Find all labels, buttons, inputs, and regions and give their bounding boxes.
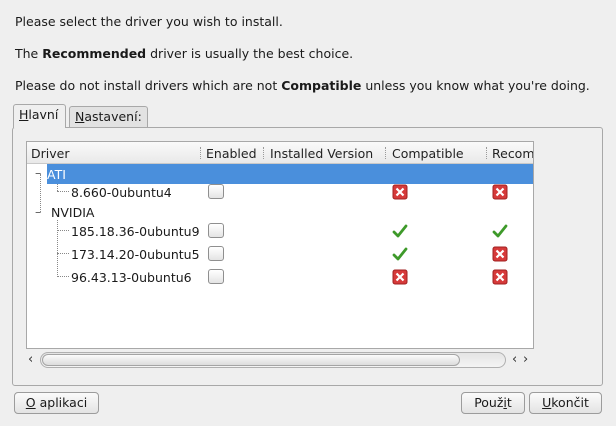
button-label: aplikaci <box>35 395 88 410</box>
scrollbar-thumb[interactable] <box>42 354 460 366</box>
tree-row-driver[interactable]: 185.18.36-0ubuntu9 <box>27 221 533 241</box>
column-header-enabled[interactable]: Enabled <box>206 146 257 161</box>
driver-version: 8.660-0ubuntu4 <box>71 185 172 200</box>
button-mnemonic: U <box>542 395 552 410</box>
tab-hlavni[interactable]: Hlavní <box>13 104 66 128</box>
column-header-driver[interactable]: Driver <box>31 146 69 161</box>
tree-row-group-ati[interactable]: ATI <box>47 164 533 184</box>
enabled-checkbox[interactable] <box>208 269 224 284</box>
cross-icon <box>392 269 408 285</box>
check-icon <box>392 223 408 239</box>
enabled-checkbox[interactable] <box>208 223 224 238</box>
tree-row-group-nvidia[interactable]: NVIDIA <box>47 202 533 222</box>
scroll-left-icon[interactable]: ‹ <box>512 352 517 367</box>
cross-icon <box>392 184 408 200</box>
button-label: končit <box>551 395 589 410</box>
instruction-text: Please select the driver you wish to ins… <box>15 14 283 29</box>
quit-button[interactable]: Ukončit <box>529 392 602 414</box>
collapse-icon[interactable]: – <box>35 165 41 180</box>
tab-label: astavení: <box>84 109 142 124</box>
column-header-recommended[interactable]: Recom <box>492 146 533 161</box>
tab-mnemonic: N <box>75 109 85 124</box>
compatible-warning: Please do not install drivers which are … <box>15 78 590 93</box>
use-button[interactable]: Použit <box>461 392 525 414</box>
check-icon <box>392 246 408 262</box>
warning-text: Please do not install drivers which are … <box>15 78 282 93</box>
cross-icon <box>492 269 508 285</box>
hint-text: The <box>15 46 43 61</box>
group-label: NVIDIA <box>51 205 95 220</box>
column-header-installed-version[interactable]: Installed Version <box>270 146 373 161</box>
collapse-icon[interactable]: – <box>35 204 41 219</box>
tree-header: Driver Enabled Installed Version Compati… <box>27 142 533 164</box>
recommended-hint: The Recommended driver is usually the be… <box>15 46 353 61</box>
button-label: Použ <box>474 395 504 410</box>
column-header-compatible[interactable]: Compatible <box>392 146 464 161</box>
driver-version: 96.43.13-0ubuntu6 <box>71 270 192 285</box>
cross-icon <box>492 184 508 200</box>
hint-text: driver is usually the best choice. <box>146 46 354 61</box>
group-label: ATI <box>47 167 66 182</box>
enabled-checkbox[interactable] <box>208 184 224 199</box>
tab-mnemonic: H <box>19 107 29 122</box>
driver-tree[interactable]: Driver Enabled Installed Version Compati… <box>26 141 534 349</box>
button-label: t <box>506 395 512 410</box>
tab-label: lavní <box>28 107 59 122</box>
scroll-left-icon[interactable]: ‹ <box>28 352 33 367</box>
tree-row-driver[interactable]: 96.43.13-0ubuntu6 <box>27 267 533 287</box>
cross-icon <box>492 246 508 262</box>
check-icon <box>492 223 508 239</box>
warning-emphasis: Compatible <box>281 78 362 93</box>
column-separator <box>200 147 202 159</box>
driver-version: 173.14.20-0ubuntu5 <box>71 247 200 262</box>
enabled-checkbox[interactable] <box>208 246 224 261</box>
hint-emphasis: Recommended <box>42 46 147 61</box>
button-mnemonic: O <box>25 395 36 410</box>
horizontal-scrollbar[interactable] <box>40 352 506 368</box>
column-separator <box>263 147 265 159</box>
driver-version: 185.18.36-0ubuntu9 <box>71 224 200 239</box>
column-separator <box>385 147 387 159</box>
column-separator <box>486 147 488 159</box>
tree-row-driver[interactable]: 173.14.20-0ubuntu5 <box>27 244 533 264</box>
about-button[interactable]: O aplikaci <box>14 392 99 414</box>
warning-text: unless you know what you're doing. <box>361 78 590 93</box>
tab-nastaveni[interactable]: Nastavení: <box>69 106 148 128</box>
scroll-right-icon[interactable]: › <box>523 352 528 367</box>
tree-row-driver[interactable]: 8.660-0ubuntu4 <box>27 182 533 202</box>
